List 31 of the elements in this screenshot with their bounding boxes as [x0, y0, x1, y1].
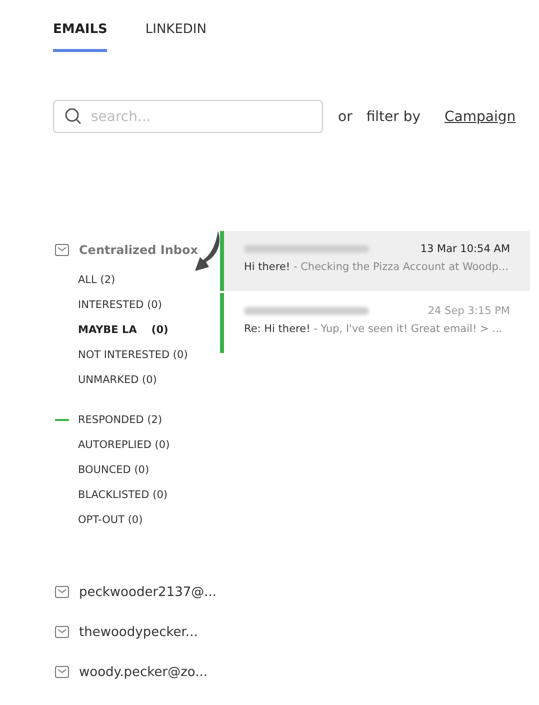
filter-label: filter by: [366, 108, 421, 124]
campaign-link[interactable]: Campaign: [444, 108, 516, 124]
filter-item[interactable]: NOT INTERESTED (0): [78, 348, 188, 360]
email-row[interactable]: 13 Mar 10:54 AM Hi there! - Checking the Pizza Account at Woodp...: [220, 231, 530, 291]
email-date: 13 Mar 10:54 AM: [420, 243, 510, 255]
filter-item[interactable]: INTERESTED (0): [78, 298, 162, 310]
account-item[interactable]: thewoodypecker...: [79, 624, 198, 640]
filter-item[interactable]: BLACKLISTED (0): [78, 488, 168, 500]
envelope-icon: [55, 244, 69, 256]
account-item[interactable]: peckwooder2137@...: [79, 584, 217, 600]
email-row[interactable]: 24 Sep 3:15 PM Re: Hi there! - Yup, I've seen it! Great email! > ...: [220, 293, 530, 353]
email-preview: Hi there! - Checking the Pizza Account at Woodp...: [244, 261, 510, 273]
inbox-title: Centralized Inbox: [79, 243, 198, 257]
account-item[interactable]: woody.pecker@zo...: [79, 664, 208, 680]
search-field[interactable]: search...: [53, 100, 323, 133]
search-icon: [65, 108, 82, 125]
tab[interactable]: LINKEDIN: [145, 22, 206, 52]
envelope-icon: [55, 626, 69, 638]
filter-item[interactable]: ALL (2): [78, 274, 116, 286]
tab[interactable]: EMAILS: [53, 22, 108, 52]
filter-item[interactable]: AUTOREPLIED (0): [78, 438, 170, 450]
filter-item[interactable]: OPT-OUT (0): [78, 514, 143, 526]
email-preview: Re: Hi there! - Yup, I've seen it! Great email! > ...: [244, 323, 504, 335]
envelope-icon: [55, 586, 69, 598]
email-date: 24 Sep 3:15 PM: [428, 305, 510, 317]
filter-item[interactable]: RESPONDED (2): [78, 414, 162, 426]
or-label: or: [338, 108, 352, 124]
envelope-icon: [55, 666, 69, 678]
filter-item[interactable]: BOUNCED (0): [78, 464, 150, 476]
filter-item[interactable]: UNMARKED (0): [78, 374, 157, 386]
filter-item[interactable]: MAYBE LA (0): [78, 324, 168, 336]
